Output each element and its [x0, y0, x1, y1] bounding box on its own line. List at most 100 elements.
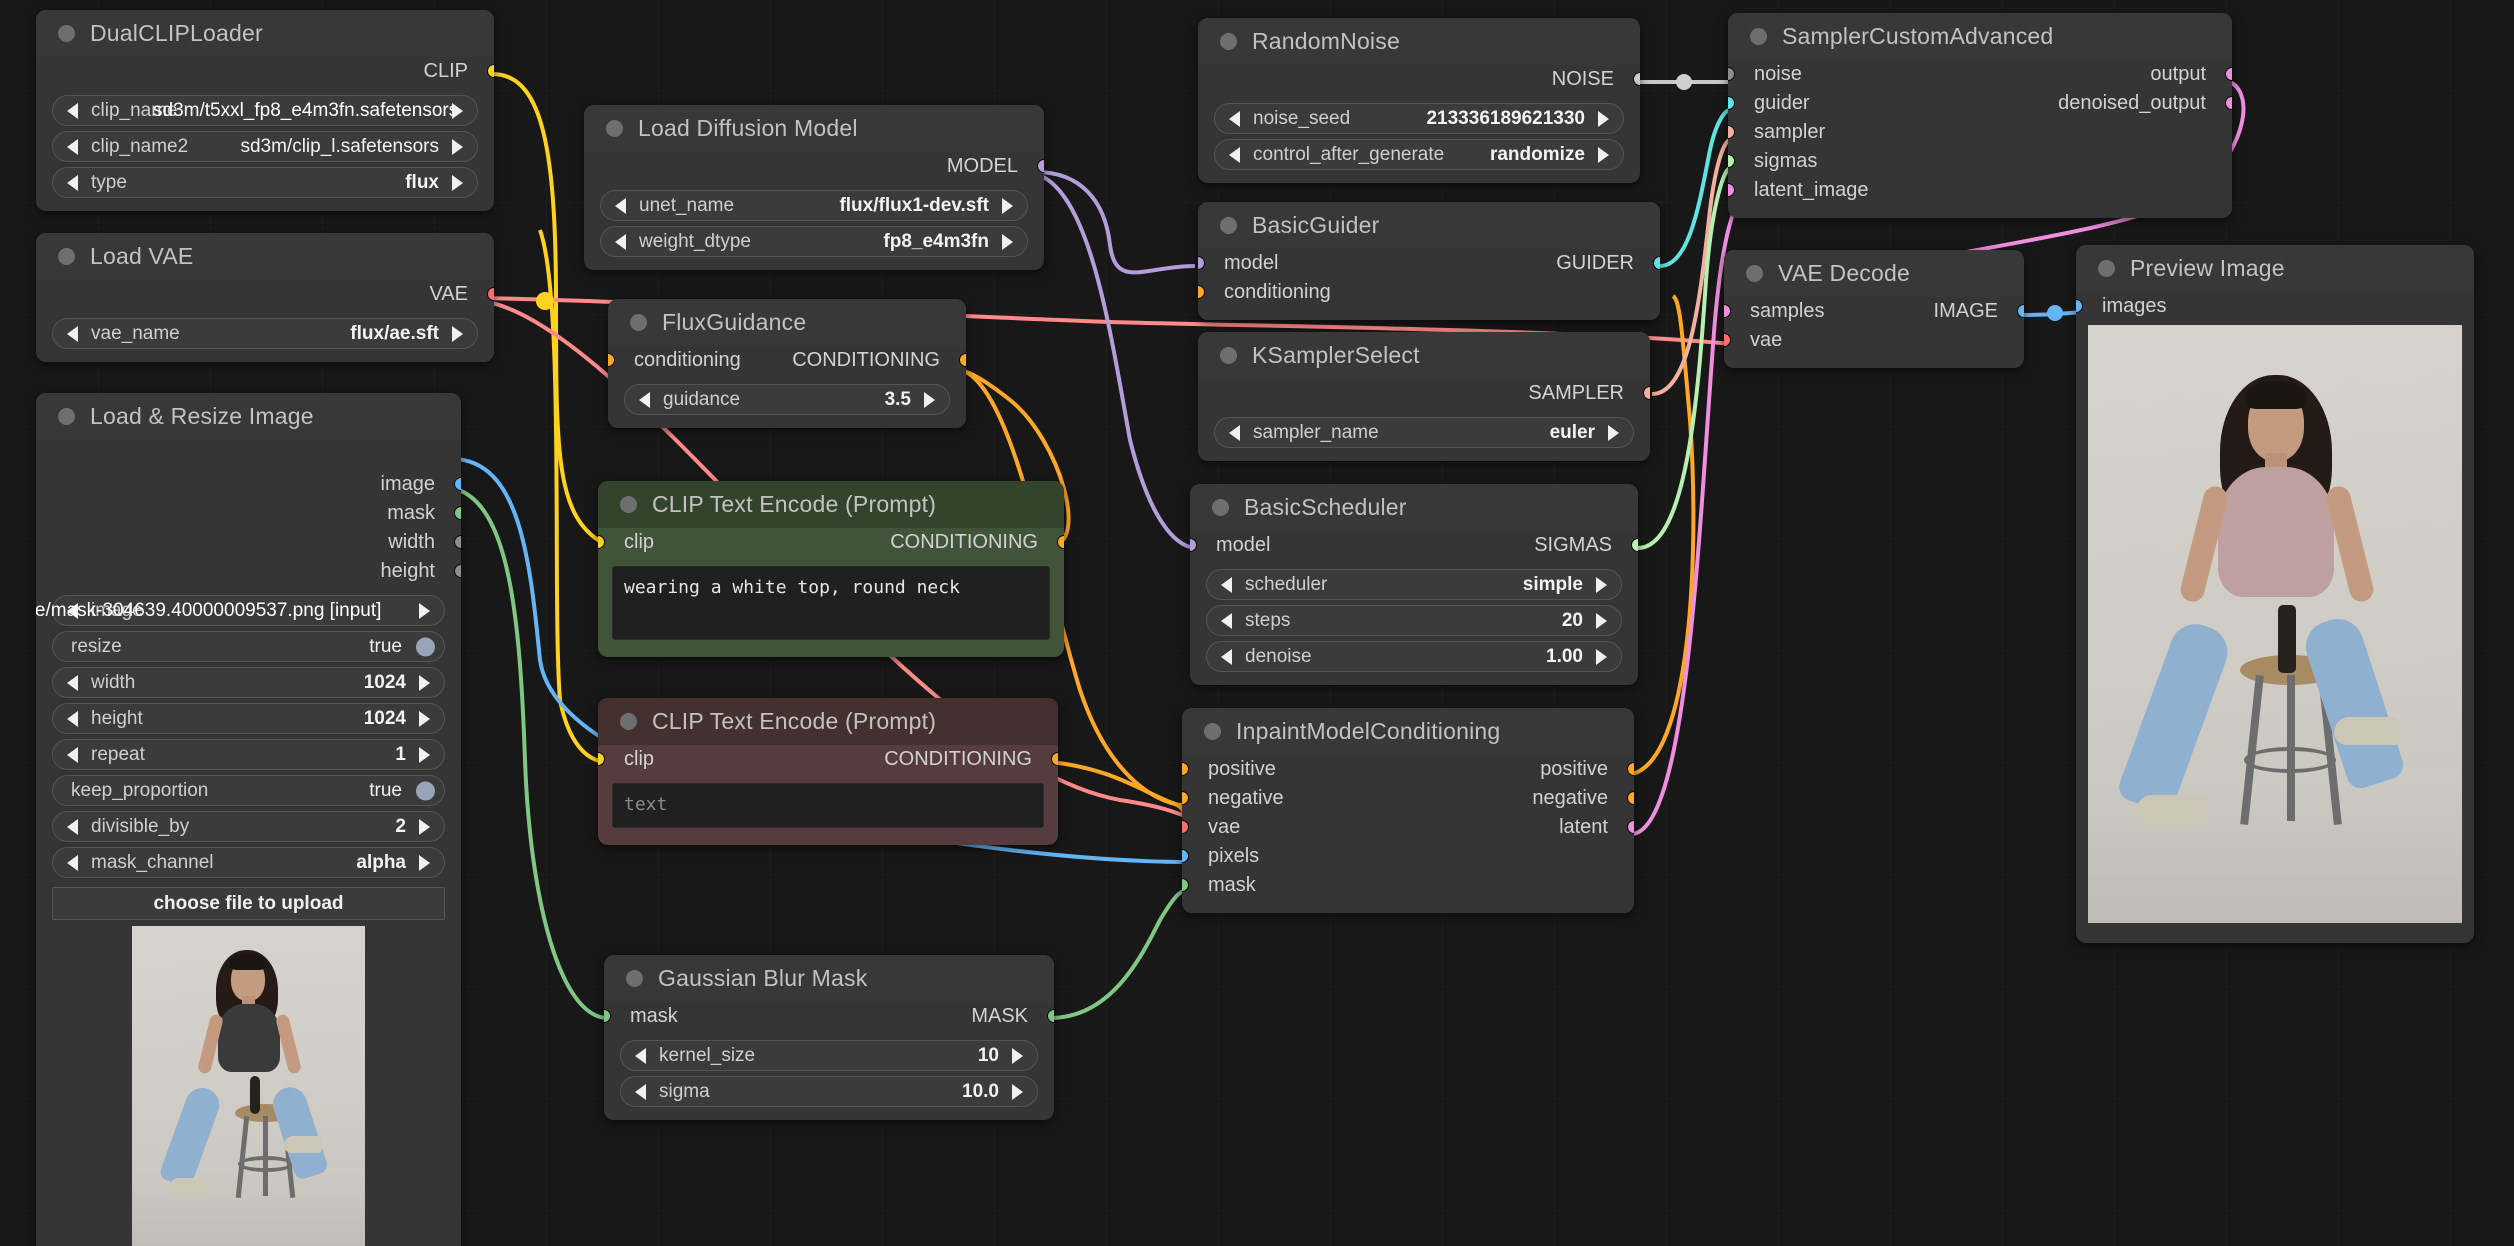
- widget-weight-dtype[interactable]: weight_dtype fp8_e4m3fn: [600, 226, 1028, 257]
- increment-arrow-icon[interactable]: [1596, 648, 1607, 665]
- decrement-arrow-icon[interactable]: [1229, 424, 1240, 441]
- input-slot-latent-image[interactable]: latent_image: [1728, 176, 2232, 205]
- node-title-bar[interactable]: CLIP Text Encode (Prompt): [598, 698, 1058, 745]
- toggle-knob-icon[interactable]: [416, 637, 435, 656]
- decrement-arrow-icon[interactable]: [67, 710, 78, 727]
- decrement-arrow-icon[interactable]: [639, 391, 650, 408]
- node-gaussian-blur-mask[interactable]: Gaussian Blur Mask mask MASK kernel_size…: [604, 955, 1054, 1120]
- decrement-arrow-icon[interactable]: [67, 818, 78, 835]
- node-inpaint-model-conditioning[interactable]: InpaintModelConditioning positive positi…: [1182, 708, 1634, 913]
- node-load-diffusion-model[interactable]: Load Diffusion Model MODEL unet_name flu…: [584, 105, 1044, 270]
- slot-row-model[interactable]: model GUIDER: [1198, 249, 1660, 278]
- widget-denoise[interactable]: denoise 1.00: [1206, 641, 1622, 672]
- widget-clip-name2[interactable]: clip_name2 sd3m/clip_l.safetensors: [52, 131, 478, 162]
- node-title-bar[interactable]: Gaussian Blur Mask: [604, 955, 1054, 1002]
- widget-sigma[interactable]: sigma 10.0: [620, 1076, 1038, 1107]
- output-port-clip[interactable]: [487, 64, 494, 78]
- output-slot-clip[interactable]: CLIP: [36, 57, 494, 86]
- increment-arrow-icon[interactable]: [1598, 146, 1609, 163]
- widget-width[interactable]: width 1024: [52, 667, 445, 698]
- node-title-bar[interactable]: CLIP Text Encode (Prompt): [598, 481, 1064, 528]
- collapse-dot-icon[interactable]: [606, 120, 623, 137]
- node-load-vae[interactable]: Load VAE VAE vae_name flux/ae.sft: [36, 233, 494, 362]
- collapse-dot-icon[interactable]: [1204, 723, 1221, 740]
- collapse-dot-icon[interactable]: [1746, 265, 1763, 282]
- input-port-images[interactable]: [2076, 299, 2083, 313]
- output-port-image[interactable]: [2017, 304, 2024, 318]
- node-clip-text-encode-positive[interactable]: CLIP Text Encode (Prompt) clip CONDITION…: [598, 481, 1064, 657]
- input-port-conditioning[interactable]: [1198, 285, 1205, 299]
- decrement-arrow-icon[interactable]: [1229, 110, 1240, 127]
- increment-arrow-icon[interactable]: [1012, 1083, 1023, 1100]
- output-port-sigmas[interactable]: [1631, 538, 1638, 552]
- node-title-bar[interactable]: BasicGuider: [1198, 202, 1660, 249]
- widget-keep-proportion[interactable]: keep_proportion true: [52, 775, 445, 806]
- widget-sampler-name[interactable]: sampler_name euler: [1214, 417, 1634, 448]
- collapse-dot-icon[interactable]: [1212, 499, 1229, 516]
- decrement-arrow-icon[interactable]: [67, 174, 78, 191]
- toggle-knob-icon[interactable]: [416, 781, 435, 800]
- collapse-dot-icon[interactable]: [630, 314, 647, 331]
- increment-arrow-icon[interactable]: [419, 602, 430, 619]
- increment-arrow-icon[interactable]: [452, 325, 463, 342]
- increment-arrow-icon[interactable]: [1002, 197, 1013, 214]
- output-slot-noise[interactable]: NOISE: [1198, 65, 1640, 94]
- widget-repeat[interactable]: repeat 1: [52, 739, 445, 770]
- collapse-dot-icon[interactable]: [58, 25, 75, 42]
- input-slot-sampler[interactable]: sampler: [1728, 118, 2232, 147]
- node-dual-clip-loader[interactable]: DualCLIPLoader CLIP clip_name sd3m/t5xxl…: [36, 10, 494, 211]
- widget-guidance[interactable]: guidance 3.5: [624, 384, 950, 415]
- collapse-dot-icon[interactable]: [620, 496, 637, 513]
- decrement-arrow-icon[interactable]: [1221, 576, 1232, 593]
- output-port-guider[interactable]: [1653, 256, 1660, 270]
- input-slot-pixels[interactable]: pixels: [1182, 842, 1634, 871]
- slot-row-negative[interactable]: negative negative: [1182, 784, 1634, 813]
- collapse-dot-icon[interactable]: [2098, 260, 2115, 277]
- output-port-width[interactable]: [454, 535, 461, 549]
- widget-resize[interactable]: resize true: [52, 631, 445, 662]
- slot-row-positive[interactable]: positive positive: [1182, 755, 1634, 784]
- output-slot-width[interactable]: width: [36, 528, 461, 557]
- slot-row-clip[interactable]: clip CONDITIONING: [598, 528, 1064, 557]
- node-vae-decode[interactable]: VAE Decode samples IMAGE vae: [1724, 250, 2024, 368]
- widget-unet-name[interactable]: unet_name flux/flux1-dev.sft: [600, 190, 1028, 221]
- input-slot-conditioning[interactable]: conditioning: [1198, 278, 1660, 307]
- decrement-arrow-icon[interactable]: [67, 102, 78, 119]
- output-port-latent[interactable]: [1627, 820, 1634, 834]
- output-port-model[interactable]: [1037, 159, 1044, 173]
- node-load-resize-image[interactable]: Load & Resize Image image mask width hei…: [36, 393, 461, 1246]
- decrement-arrow-icon[interactable]: [67, 325, 78, 342]
- node-title-bar[interactable]: BasicScheduler: [1190, 484, 1638, 531]
- output-slot-image[interactable]: image: [36, 470, 461, 499]
- slot-row-clip[interactable]: clip CONDITIONING: [598, 745, 1058, 774]
- output-port-sampler[interactable]: [1643, 386, 1650, 400]
- collapse-dot-icon[interactable]: [1220, 347, 1237, 364]
- widget-vae-name[interactable]: vae_name flux/ae.sft: [52, 318, 478, 349]
- increment-arrow-icon[interactable]: [1002, 233, 1013, 250]
- slot-row-mask[interactable]: mask MASK: [604, 1002, 1054, 1031]
- prompt-textarea[interactable]: wearing a white top, round neck: [612, 566, 1050, 640]
- increment-arrow-icon[interactable]: [924, 391, 935, 408]
- widget-kernel-size[interactable]: kernel_size 10: [620, 1040, 1038, 1071]
- node-title-bar[interactable]: InpaintModelConditioning: [1182, 708, 1634, 755]
- input-port-sampler[interactable]: [1728, 125, 1735, 139]
- input-port-mask[interactable]: [1182, 878, 1189, 892]
- slot-row-model[interactable]: model SIGMAS: [1190, 531, 1638, 560]
- input-port-sigmas[interactable]: [1728, 154, 1735, 168]
- output-port-conditioning[interactable]: [1057, 535, 1064, 549]
- output-port-conditioning[interactable]: [1051, 752, 1058, 766]
- image-thumbnail-preview[interactable]: [132, 926, 365, 1246]
- output-port-denoised-output[interactable]: [2225, 96, 2232, 110]
- widget-image[interactable]: image /clipspace/mask-304639.40000009537…: [36, 595, 445, 626]
- input-slot-mask[interactable]: mask: [1182, 871, 1634, 900]
- widget-height[interactable]: height 1024: [52, 703, 445, 734]
- collapse-dot-icon[interactable]: [58, 408, 75, 425]
- input-port-vae[interactable]: [1724, 333, 1731, 347]
- widget-scheduler[interactable]: scheduler simple: [1206, 569, 1622, 600]
- increment-arrow-icon[interactable]: [419, 710, 430, 727]
- node-title-bar[interactable]: KSamplerSelect: [1198, 332, 1650, 379]
- widget-mask-channel[interactable]: mask_channel alpha: [52, 847, 445, 878]
- increment-arrow-icon[interactable]: [1596, 576, 1607, 593]
- increment-arrow-icon[interactable]: [452, 174, 463, 191]
- increment-arrow-icon[interactable]: [1608, 424, 1619, 441]
